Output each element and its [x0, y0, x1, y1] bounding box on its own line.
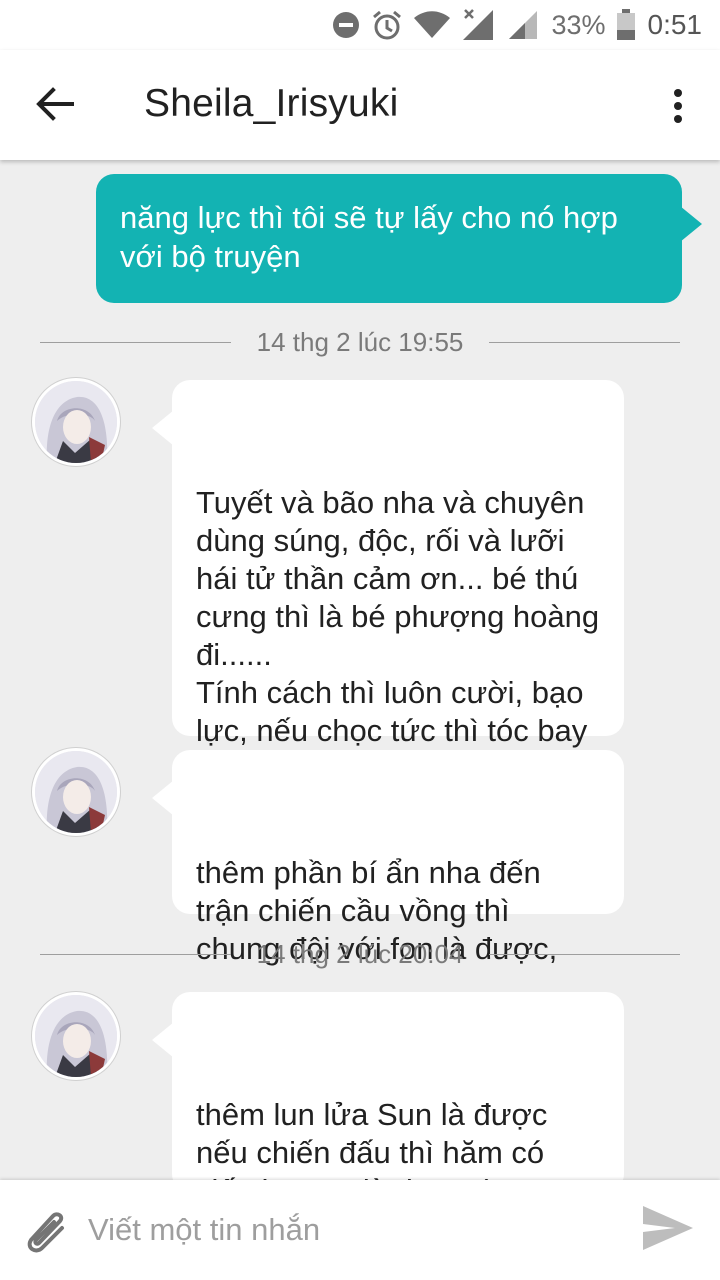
avatar[interactable] — [32, 992, 120, 1080]
paperclip-icon — [22, 1204, 70, 1261]
clock: 0:51 — [647, 9, 703, 40]
battery-percent: 33% — [551, 9, 606, 40]
date-label: 14 thg 2 lúc 19:55 — [256, 326, 464, 357]
status-bar: 33% 0:51 — [0, 0, 720, 50]
bubble-tail — [152, 780, 174, 816]
status-icons: 33% 0:51 — [331, 6, 702, 44]
message-composer — [0, 1180, 720, 1280]
incoming-message[interactable]: Tuyết và bão nha và chuyên dùng súng, độ… — [152, 380, 624, 786]
date-divider: 14 thg 2 lúc 20:04 — [40, 934, 680, 974]
avatar[interactable] — [32, 378, 120, 466]
divider-line — [40, 953, 231, 955]
divider-line — [489, 341, 680, 343]
app-bar: Sheila_Irisyuki — [0, 50, 720, 160]
message-input[interactable] — [88, 1200, 618, 1260]
signal-no-data-icon — [461, 8, 497, 42]
send-icon — [641, 1204, 695, 1257]
message-text: Tuyết và bão nha và chuyên dùng súng, độ… — [196, 485, 600, 786]
attach-button[interactable] — [16, 1202, 76, 1262]
date-divider: 14 thg 2 lúc 19:55 — [40, 322, 680, 362]
message-text: năng lực thì tôi sẽ tự lấy cho nó hợp vớ… — [120, 200, 618, 274]
more-vert-icon — [673, 88, 683, 129]
date-label: 14 thg 2 lúc 20:04 — [256, 938, 464, 969]
conversation-title: Sheila_Irisyuki — [144, 82, 399, 125]
arrow-back-icon — [36, 86, 74, 126]
bubble-tail — [152, 1022, 174, 1058]
wifi-icon — [413, 10, 451, 40]
overflow-menu-button[interactable] — [666, 80, 690, 136]
send-button[interactable] — [636, 1200, 700, 1260]
divider-line — [40, 341, 231, 343]
signal-icon — [507, 9, 541, 41]
do-not-disturb-icon — [331, 10, 361, 40]
incoming-message[interactable]: thêm phần bí ẩn nha đến trận chiến cầu v… — [152, 750, 624, 966]
bubble-tail — [680, 206, 702, 242]
avatar[interactable] — [32, 748, 120, 836]
battery-icon — [616, 9, 636, 41]
incoming-message[interactable]: thêm lun lửa Sun là được nếu chiến đấu t… — [152, 992, 624, 1246]
alarm-icon — [371, 9, 403, 41]
bubble-tail — [152, 410, 174, 446]
back-button[interactable] — [22, 78, 88, 134]
divider-line — [489, 953, 680, 955]
outgoing-message[interactable]: năng lực thì tôi sẽ tự lấy cho nó hợp vớ… — [96, 174, 702, 303]
